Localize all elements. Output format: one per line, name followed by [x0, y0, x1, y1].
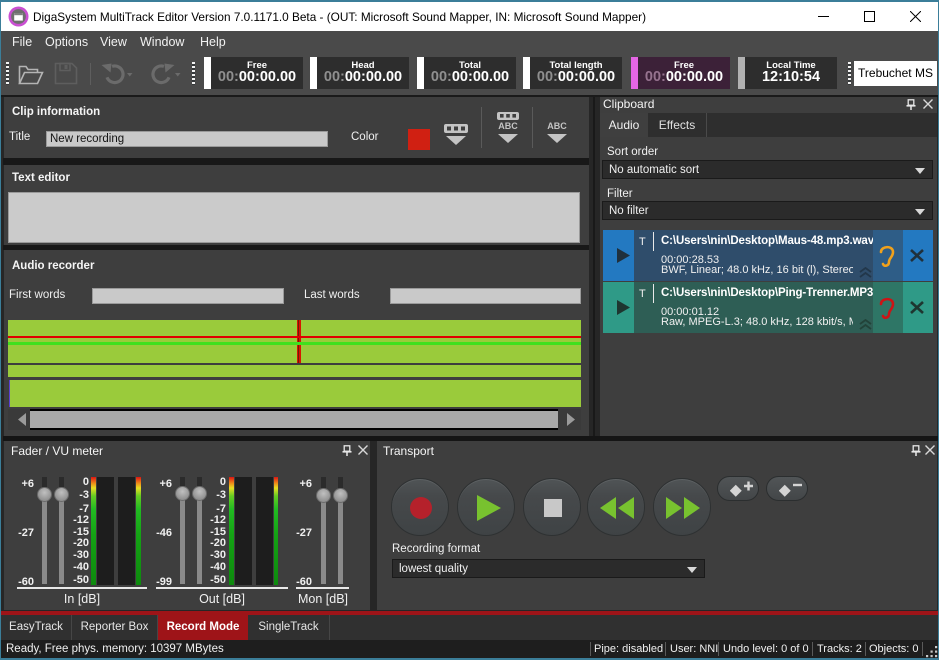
svg-text:ABC: ABC	[547, 121, 567, 131]
svg-text:ABC: ABC	[498, 121, 518, 131]
